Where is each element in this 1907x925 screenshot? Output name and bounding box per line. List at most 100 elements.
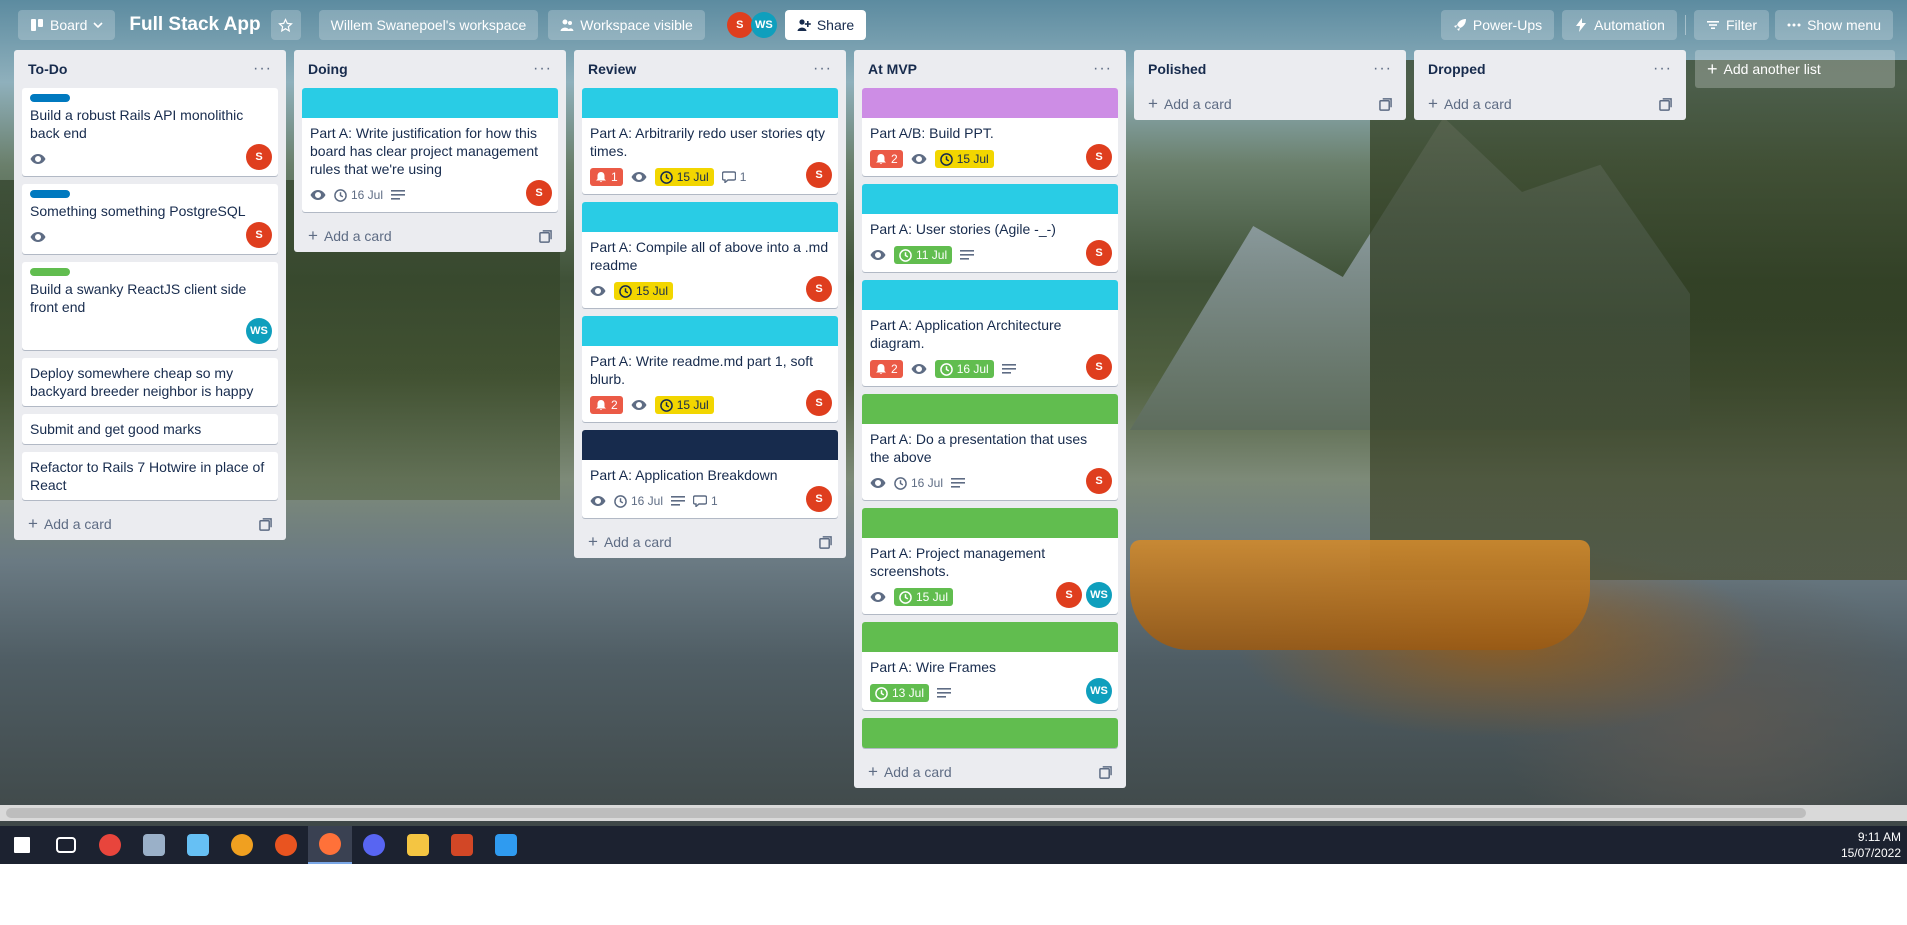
add-card-button[interactable]: + Add a card: [588, 532, 672, 552]
card-label[interactable]: [30, 94, 70, 102]
add-card-button[interactable]: + Add a card: [28, 514, 112, 534]
automation-button[interactable]: Automation: [1562, 10, 1677, 40]
due-date-badge[interactable]: 15 Jul: [614, 282, 674, 300]
list-menu-icon[interactable]: ···: [1093, 60, 1112, 78]
member-avatar[interactable]: WS: [246, 318, 272, 344]
visibility-button[interactable]: Workspace visible: [548, 10, 705, 40]
list-title[interactable]: Dropped: [1428, 61, 1486, 77]
member-avatar[interactable]: S: [1086, 468, 1112, 494]
board-switcher[interactable]: Board: [18, 10, 116, 40]
template-icon[interactable]: [539, 229, 552, 243]
member-avatar[interactable]: S: [246, 222, 272, 248]
list-menu-icon[interactable]: ···: [1653, 60, 1672, 78]
list-title[interactable]: Review: [588, 61, 636, 77]
list-card[interactable]: S Part A: Arbitrarily redo user stories q…: [582, 88, 838, 194]
due-date-badge[interactable]: 15 Jul: [654, 396, 714, 414]
list-card[interactable]: S Part A: Do a presentation that uses the…: [862, 394, 1118, 500]
add-card-button[interactable]: + Add a card: [1428, 94, 1512, 114]
list-card[interactable]: WS Build a swanky ReactJS client side fro…: [22, 262, 278, 350]
template-icon[interactable]: [1659, 97, 1672, 111]
list-card[interactable]: S Part A: Application Architecture diagra…: [862, 280, 1118, 386]
taskbar-chrome[interactable]: [88, 826, 132, 864]
member-avatar[interactable]: S: [526, 180, 552, 206]
list-menu-icon[interactable]: ···: [813, 60, 832, 78]
taskbar-windows-start[interactable]: [0, 826, 44, 864]
share-button[interactable]: Share: [784, 10, 867, 40]
due-date-badge[interactable]: 16 Jul: [334, 188, 383, 202]
member-avatar[interactable]: S: [806, 276, 832, 302]
list-card[interactable]: Refactor to Rails 7 Hotwire in place of …: [22, 452, 278, 500]
card-label[interactable]: [30, 268, 70, 276]
add-list-button[interactable]: + Add another list: [1695, 50, 1895, 88]
list-card[interactable]: [862, 718, 1118, 748]
due-date-badge[interactable]: 16 Jul: [934, 360, 994, 378]
taskbar-task-view[interactable]: [44, 826, 88, 864]
star-button[interactable]: [270, 10, 301, 40]
add-card-button[interactable]: + Add a card: [308, 226, 392, 246]
list-card[interactable]: WS Part A: Wire Frames 13 Jul: [862, 622, 1118, 710]
power-ups-button[interactable]: Power-Ups: [1440, 10, 1555, 40]
list-card[interactable]: Submit and get good marks: [22, 414, 278, 444]
member-avatar[interactable]: S: [1056, 582, 1082, 608]
taskbar-app-tux[interactable]: [132, 826, 176, 864]
list-card[interactable]: S Part A: User stories (Agile -_-) 11 Jul: [862, 184, 1118, 272]
member-avatar[interactable]: S: [1086, 144, 1112, 170]
taskbar-powerpoint[interactable]: [440, 826, 484, 864]
member-avatar[interactable]: WS: [1086, 678, 1112, 704]
template-icon[interactable]: [259, 517, 272, 531]
scrollbar-thumb[interactable]: [6, 808, 1806, 818]
member-avatar[interactable]: S: [806, 486, 832, 512]
template-icon[interactable]: [1099, 765, 1112, 779]
card-body: Submit and get good marks: [22, 414, 278, 444]
list-title[interactable]: To-Do: [28, 61, 67, 77]
system-tray-clock[interactable]: 9:11 AM 15/07/2022: [1841, 829, 1901, 861]
due-date-badge[interactable]: 16 Jul: [614, 494, 663, 508]
list-menu-icon[interactable]: ···: [1373, 60, 1392, 78]
member-avatar[interactable]: S: [1086, 240, 1112, 266]
member-avatar[interactable]: S: [1086, 354, 1112, 380]
list-card[interactable]: S Part A: Application Breakdown 16 Jul 1: [582, 430, 838, 518]
list-card[interactable]: S Part A/B: Build PPT. 2 15 Jul: [862, 88, 1118, 176]
taskbar-discord[interactable]: [352, 826, 396, 864]
due-date-badge[interactable]: 16 Jul: [894, 476, 943, 490]
taskbar-steam[interactable]: [176, 826, 220, 864]
member-avatar[interactable]: S: [246, 144, 272, 170]
board-title[interactable]: Full Stack App: [129, 14, 260, 36]
list-card[interactable]: S Part A: Compile all of above into a .md…: [582, 202, 838, 308]
show-menu-button[interactable]: Show menu: [1775, 10, 1893, 40]
list-title[interactable]: Polished: [1148, 61, 1206, 77]
list-card[interactable]: S WS Part A: Project management screenshot…: [862, 508, 1118, 614]
workspace-button[interactable]: Willem Swanepoel's workspace: [318, 10, 539, 40]
taskbar-firefox[interactable]: [308, 826, 352, 864]
due-date-badge[interactable]: 15 Jul: [654, 168, 714, 186]
add-card-button[interactable]: + Add a card: [1148, 94, 1232, 114]
list-menu-icon[interactable]: ···: [253, 60, 272, 78]
taskbar-ubuntu[interactable]: [264, 826, 308, 864]
taskbar-vscode[interactable]: [484, 826, 528, 864]
member-avatar-s[interactable]: S: [726, 12, 753, 38]
list-menu-icon[interactable]: ···: [533, 60, 552, 78]
list-card[interactable]: S Build a robust Rails API monolithic bac…: [22, 88, 278, 176]
list-title[interactable]: At MVP: [868, 61, 917, 77]
list-title[interactable]: Doing: [308, 61, 348, 77]
due-date-badge[interactable]: 15 Jul: [894, 588, 954, 606]
template-icon[interactable]: [1379, 97, 1392, 111]
due-date-badge[interactable]: 15 Jul: [934, 150, 994, 168]
taskbar-file-explorer[interactable]: [396, 826, 440, 864]
card-label[interactable]: [30, 190, 70, 198]
member-avatar[interactable]: S: [806, 390, 832, 416]
due-date-badge[interactable]: 11 Jul: [894, 246, 953, 264]
member-avatar[interactable]: S: [806, 162, 832, 188]
member-avatar[interactable]: WS: [1086, 582, 1112, 608]
due-date-badge[interactable]: 13 Jul: [870, 684, 930, 702]
list-card[interactable]: Deploy somewhere cheap so my backyard br…: [22, 358, 278, 406]
add-card-button[interactable]: + Add a card: [868, 762, 952, 782]
list-card[interactable]: S Something something PostgreSQL: [22, 184, 278, 254]
taskbar-app-game[interactable]: [220, 826, 264, 864]
filter-button[interactable]: Filter: [1693, 10, 1770, 40]
template-icon[interactable]: [819, 535, 832, 549]
list-card[interactable]: S Part A: Write justification for how thi…: [302, 88, 558, 212]
list-card[interactable]: S Part A: Write readme.md part 1, soft bl…: [582, 316, 838, 422]
horizontal-scrollbar[interactable]: [0, 805, 1907, 821]
member-avatar-ws[interactable]: WS: [750, 12, 777, 38]
